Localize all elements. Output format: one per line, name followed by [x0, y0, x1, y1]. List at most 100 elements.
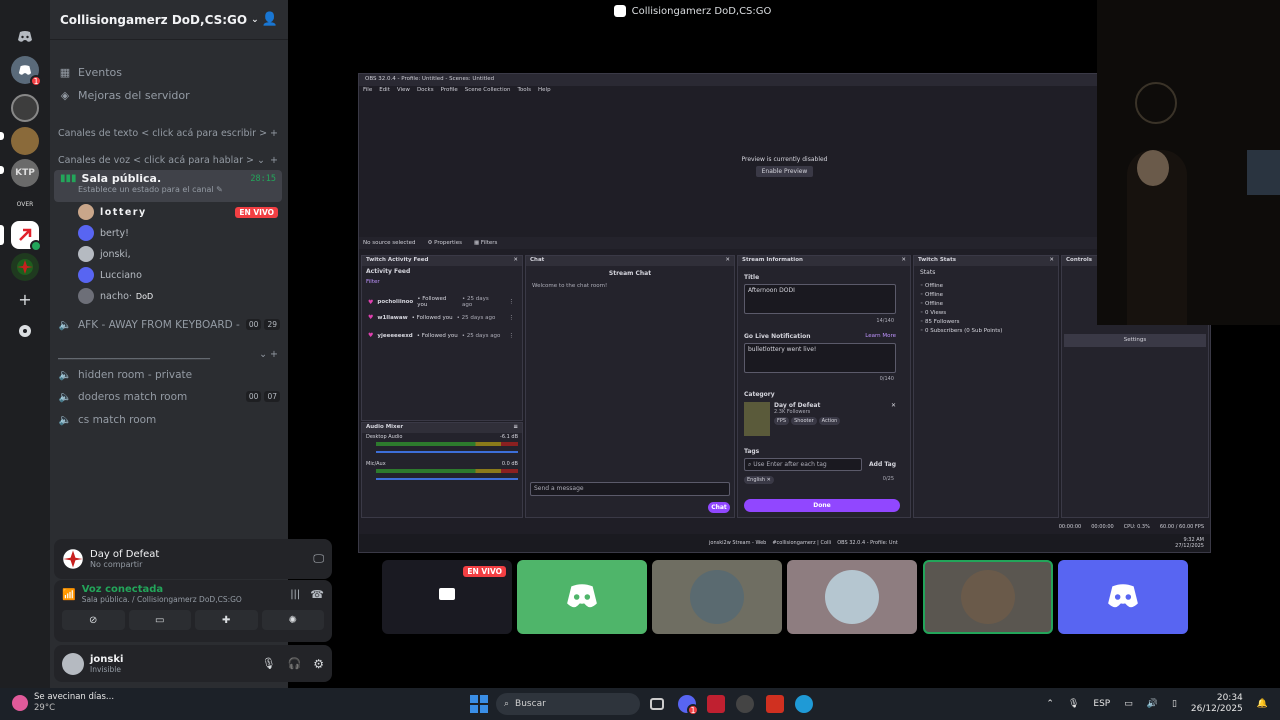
- boosts-link[interactable]: ◈ Mejoras del servidor: [58, 89, 280, 102]
- start-button[interactable]: [470, 695, 488, 713]
- close-icon[interactable]: ✕: [725, 257, 730, 265]
- afk-channel[interactable]: 🔈 AFK - AWAY FROM KEYBOARD - 00 29: [58, 318, 280, 331]
- obs-menu-item[interactable]: Help: [538, 87, 551, 95]
- server-icon-3[interactable]: KTP: [11, 159, 39, 187]
- more-icon[interactable]: ⋮: [509, 315, 515, 321]
- language-indicator[interactable]: ESP: [1093, 699, 1110, 709]
- category-tag[interactable]: Action: [818, 417, 841, 425]
- participant-tile-lucciano[interactable]: [787, 560, 917, 634]
- obs-menu-item[interactable]: Docks: [417, 87, 434, 95]
- server-icon-collisiongamerz[interactable]: [11, 221, 42, 252]
- channel-doderos[interactable]: 🔈 doderos match room 00 07: [58, 390, 280, 403]
- participant-tile-jonski[interactable]: [652, 560, 782, 634]
- camera-off-icon[interactable]: ⊘: [62, 610, 125, 630]
- noise-suppression-icon[interactable]: |||: [290, 589, 300, 600]
- close-icon[interactable]: ✕: [891, 402, 896, 436]
- voice-user[interactable]: berty!: [78, 224, 278, 242]
- headphones-icon[interactable]: 🎧: [288, 657, 302, 670]
- category-card[interactable]: Day of Defeat 2.3K Followers FPS Shooter A…: [744, 402, 896, 436]
- app-icon-1[interactable]: [707, 695, 725, 713]
- participant-tile-berty[interactable]: [517, 560, 647, 634]
- screen-share-icon[interactable]: ▭: [128, 610, 191, 630]
- soundboard-icon[interactable]: ✺: [261, 610, 324, 630]
- add-tag-button[interactable]: Add Tag: [869, 461, 896, 468]
- done-button[interactable]: Done: [744, 499, 900, 512]
- screen-share-icon[interactable]: 🖵: [313, 552, 324, 566]
- enable-preview-button[interactable]: Enable Preview: [755, 165, 814, 177]
- voice-user[interactable]: jonski,: [78, 245, 278, 263]
- properties-button[interactable]: ⚙ Properties: [427, 240, 461, 246]
- activities-icon[interactable]: ✚: [195, 610, 258, 630]
- inner-taskbar-app[interactable]: #collisiongamerz | Colli: [772, 540, 831, 546]
- golive-input[interactable]: bulletlottery went live!: [744, 343, 896, 373]
- server-header[interactable]: Collisiongamerz DoD,CS:GO ⌄ 👤: [50, 0, 288, 40]
- add-channel-icon[interactable]: +: [270, 128, 278, 139]
- close-icon[interactable]: ✕: [1049, 257, 1054, 265]
- add-channel-icon[interactable]: +: [270, 155, 278, 166]
- tags-input[interactable]: ⌕ Use Enter after each tag: [744, 458, 862, 471]
- avatar[interactable]: [62, 652, 84, 675]
- more-icon[interactable]: ⋮: [509, 333, 515, 339]
- tag-english[interactable]: English ✕: [744, 476, 774, 484]
- notifications-icon[interactable]: 🔔: [1257, 699, 1268, 709]
- events-link[interactable]: ▦ Eventos: [58, 66, 280, 79]
- discover-icon[interactable]: [11, 317, 39, 345]
- dm-avatar-icon[interactable]: 1: [11, 56, 42, 87]
- title-input[interactable]: Afternoon DODI: [744, 284, 896, 314]
- clock[interactable]: 20:34 26/12/2025: [1191, 693, 1243, 715]
- category-tag[interactable]: FPS: [774, 417, 790, 425]
- battery-icon[interactable]: ▯: [1172, 699, 1177, 709]
- gear-icon[interactable]: ⚙: [313, 657, 324, 671]
- participant-tile-stream[interactable]: EN VIVO: [382, 560, 512, 634]
- weather-widget[interactable]: Se avecinan días... 29°C: [12, 692, 114, 714]
- participant-tile-nacho[interactable]: [923, 560, 1053, 634]
- app-icon-2[interactable]: [736, 695, 754, 713]
- close-icon[interactable]: ✕: [901, 257, 906, 265]
- obs-menu-item[interactable]: Scene Collection: [465, 87, 511, 95]
- obs-menu-item[interactable]: View: [397, 87, 410, 95]
- channel-cs-match[interactable]: 🔈 cs match room: [58, 413, 280, 427]
- network-icon[interactable]: ▭: [1124, 699, 1133, 709]
- server-icon-over[interactable]: OVER: [11, 190, 39, 218]
- server-icon-dod[interactable]: [11, 253, 39, 281]
- obs-menu-item[interactable]: File: [363, 87, 372, 95]
- settings-button[interactable]: Settings: [1064, 334, 1206, 347]
- inner-taskbar-app[interactable]: OBS 32.0.4 - Profile: Unt: [837, 540, 898, 546]
- learn-more-link[interactable]: Learn More: [865, 333, 896, 340]
- search-box[interactable]: ⌕ Buscar: [496, 693, 640, 715]
- chat-send-button[interactable]: Chat: [708, 502, 730, 513]
- filters-button[interactable]: ▦ Filters: [474, 240, 497, 246]
- task-view-icon[interactable]: [650, 698, 664, 710]
- voice-user[interactable]: nacho· DoD: [78, 287, 278, 305]
- obs-menu-item[interactable]: Profile: [441, 87, 458, 95]
- participant-tile-lottery[interactable]: [1058, 560, 1188, 634]
- category-tag[interactable]: Shooter: [791, 417, 817, 425]
- discord-taskbar-icon[interactable]: 1: [678, 695, 699, 716]
- divider-category[interactable]: ________________________________ ⌄ +: [58, 349, 278, 360]
- obs-menu-item[interactable]: Edit: [379, 87, 390, 95]
- close-icon[interactable]: ✕: [513, 257, 518, 265]
- text-category[interactable]: Canales de texto < click acá para escrib…: [58, 128, 278, 139]
- app-icon-3[interactable]: [766, 695, 784, 713]
- active-voice-channel[interactable]: ▮▮▮ Sala pública. 28:15 Establece un est…: [54, 170, 282, 202]
- filter-button[interactable]: Filter: [362, 277, 522, 287]
- chevron-up-icon[interactable]: ⌃: [1046, 699, 1054, 709]
- add-server-icon[interactable]: +: [11, 285, 39, 313]
- activity-panel[interactable]: Day of Defeat No compartir 🖵: [54, 539, 332, 579]
- channel-hidden-room[interactable]: 🔈 hidden room - private: [58, 368, 280, 382]
- inner-taskbar-app[interactable]: jonski2w Stream - Web: [709, 540, 766, 546]
- voice-user[interactable]: lottery EN VIVO: [78, 203, 278, 221]
- disconnect-icon[interactable]: ☎: [310, 588, 324, 601]
- pencil-icon[interactable]: ✎: [216, 185, 223, 194]
- discord-home-icon[interactable]: [11, 23, 39, 51]
- voice-sub[interactable]: Sala pública. / Collisiongamerz DoD,CS:G…: [82, 595, 242, 604]
- server-icon-1[interactable]: [11, 94, 39, 122]
- voice-user[interactable]: Lucciano: [78, 266, 278, 284]
- server-icon-2[interactable]: [11, 127, 39, 155]
- edge-icon[interactable]: [795, 695, 813, 713]
- send-message-input[interactable]: Send a message: [530, 482, 730, 496]
- microphone-icon[interactable]: 🎙: [262, 657, 276, 670]
- invite-people-icon[interactable]: 👤: [262, 12, 278, 27]
- microphone-icon[interactable]: 🎙: [1068, 699, 1079, 709]
- mic-volume-slider[interactable]: [376, 478, 518, 480]
